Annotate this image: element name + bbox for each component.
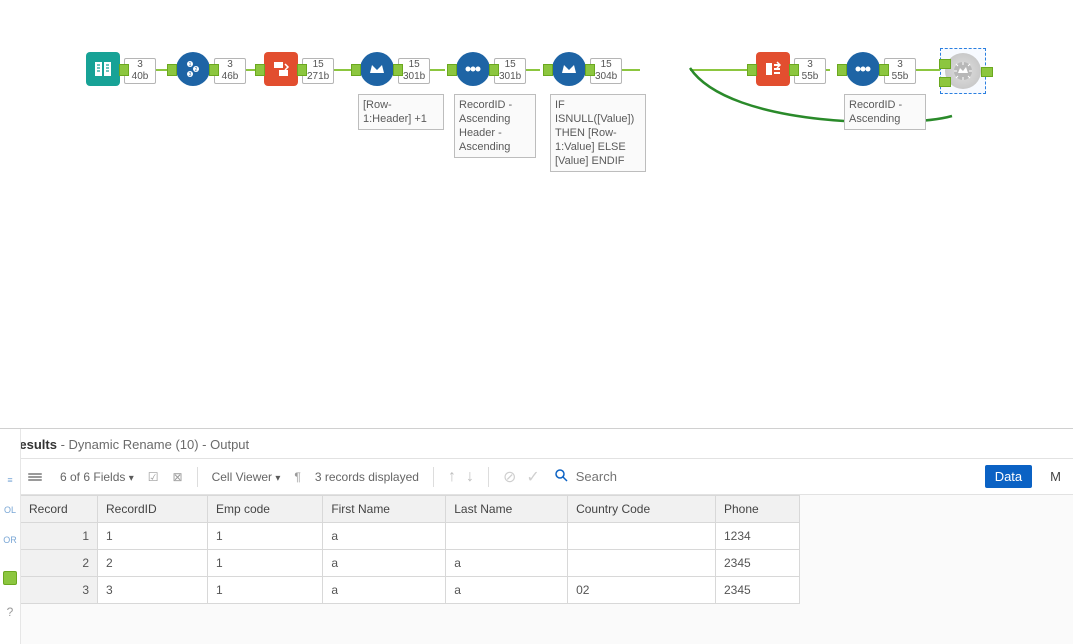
results-panel: Results - Dynamic Rename (10) - Output ≡…: [0, 428, 1073, 644]
col-emp-code[interactable]: Emp code: [207, 496, 322, 523]
multi-row-formula-icon: [360, 52, 394, 86]
fields-dropdown[interactable]: 6 of 6 Fields ▾: [60, 470, 134, 484]
results-subtitle: - Dynamic Rename (10) - Output: [57, 437, 249, 452]
svg-text:1: 1: [189, 62, 192, 68]
fields-icon: [28, 473, 42, 481]
results-toolbar: 6 of 6 Fields ▾ ☑ ⊠ Cell Viewer ▾ ¶ 3 re…: [20, 459, 1073, 495]
svg-text:2: 2: [195, 67, 198, 73]
metadata-tab-button[interactable]: M: [1046, 465, 1065, 488]
search-box[interactable]: [554, 468, 668, 485]
tool-annotation: RecordID - Ascending: [844, 94, 926, 130]
connector-curve: [690, 68, 970, 138]
col-phone[interactable]: Phone: [715, 496, 799, 523]
tool-record-id[interactable]: 123 3 46b: [176, 52, 246, 86]
gutter-label: ≡: [7, 475, 12, 485]
tool-sort[interactable]: 3 55b: [846, 52, 916, 86]
search-input[interactable]: [574, 468, 668, 485]
data-tab-button[interactable]: Data: [985, 465, 1032, 488]
grid-header-row: Record RecordID Emp code First Name Last…: [21, 496, 800, 523]
gutter-or: OR: [3, 535, 17, 545]
transpose-icon: [264, 52, 298, 86]
col-recordid[interactable]: RecordID: [98, 496, 208, 523]
tool-transpose[interactable]: 15 271b: [264, 52, 334, 86]
cell-viewer-dropdown[interactable]: Cell Viewer ▾: [212, 470, 281, 484]
apply-icon[interactable]: ✓: [526, 467, 539, 487]
gutter-output-anchor[interactable]: [3, 571, 17, 585]
close-fields-icon[interactable]: ⊠: [173, 470, 183, 484]
tool-multi-row-formula[interactable]: 15 304b: [552, 52, 622, 86]
col-record[interactable]: Record: [21, 496, 98, 523]
col-country-code[interactable]: Country Code: [568, 496, 716, 523]
results-header: Results - Dynamic Rename (10) - Output: [0, 429, 1073, 459]
text-input-icon: [86, 52, 120, 86]
tool-annotation: IF ISNULL([Value]) THEN [Row-1:Value] EL…: [550, 94, 646, 172]
help-icon[interactable]: ?: [7, 605, 14, 619]
tool-cross-tab[interactable]: 3 55b: [756, 52, 826, 86]
sort-icon: [456, 52, 490, 86]
cancel-icon[interactable]: ⊘: [503, 467, 516, 487]
connector: [690, 69, 750, 71]
results-gutter: ≡ OL OR ?: [0, 429, 21, 644]
tool-browse-selected[interactable]: [940, 48, 986, 94]
record-id-icon: 123: [176, 52, 210, 86]
table-row[interactable]: 1 1 1 a 1234: [21, 523, 800, 550]
checkbox-icon[interactable]: ☑: [148, 470, 159, 484]
sort-icon: [846, 52, 880, 86]
tool-annotation: RecordID - Ascending Header - Ascending: [454, 94, 536, 158]
cross-tab-icon: [756, 52, 790, 86]
col-last-name[interactable]: Last Name: [446, 496, 568, 523]
arrow-up-icon[interactable]: ↑: [448, 468, 456, 486]
col-first-name[interactable]: First Name: [323, 496, 446, 523]
pilcrow-icon[interactable]: ¶: [294, 470, 300, 484]
table-row[interactable]: 3 3 1 a a 02 2345: [21, 577, 800, 604]
tool-multi-row-formula[interactable]: 15 301b: [360, 52, 430, 86]
gutter-ol: OL: [4, 505, 16, 515]
tool-text-input[interactable]: 3 40b: [86, 52, 156, 86]
svg-text:3: 3: [189, 72, 192, 78]
workflow-canvas[interactable]: 3 40b 123 3 46b 15 271b: [0, 0, 1073, 400]
arrow-down-icon[interactable]: ↓: [466, 468, 474, 486]
search-icon: [554, 468, 568, 485]
table-row[interactable]: 2 2 1 a a 2345: [21, 550, 800, 577]
tool-annotation: [Row-1:Header] +1: [358, 94, 444, 130]
multi-row-formula-icon: [552, 52, 586, 86]
records-count: 3 records displayed: [315, 470, 419, 484]
results-grid[interactable]: Record RecordID Emp code First Name Last…: [20, 495, 800, 604]
tool-sort[interactable]: 15 301b: [456, 52, 526, 86]
